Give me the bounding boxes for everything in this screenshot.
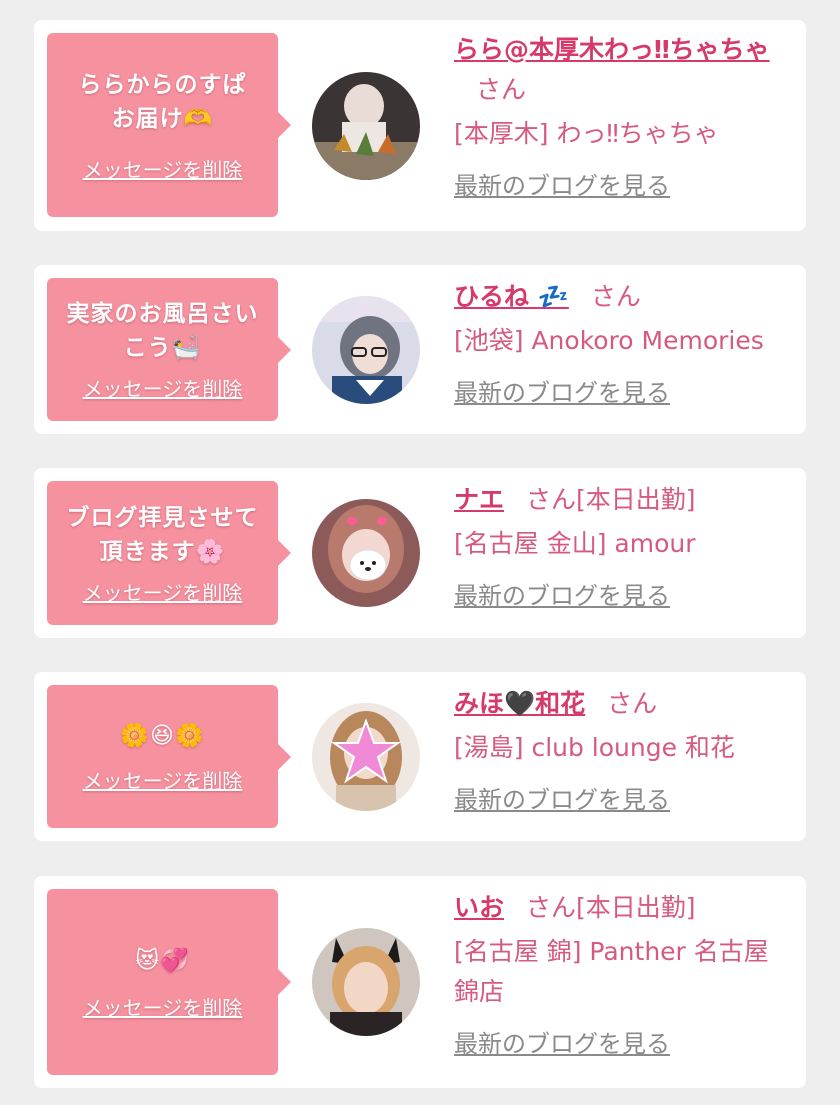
avatar[interactable] [312, 499, 420, 607]
delete-message-link[interactable]: メッセージを削除 [83, 765, 243, 794]
info: ひるね 💤 さん [池袋] Anokoro Memories 最新のブログを見る [454, 277, 782, 408]
name-line: ひるね 💤 さん [454, 277, 782, 317]
message-bubble: 😻💞 メッセージを削除 [47, 889, 291, 1075]
name-line: らら@本厚木わっ‼ちゃちゃさん [454, 30, 782, 110]
delete-message-link[interactable]: メッセージを削除 [83, 577, 243, 606]
latest-blog-link[interactable]: 最新のブログを見る [454, 166, 670, 201]
delete-message-link[interactable]: メッセージを削除 [83, 992, 243, 1021]
message-card: ブログ拝見させて頂きます🌸 メッセージを削除 ナエ さん[本日出勤] [名古屋 金… [34, 468, 806, 638]
cast-name-link[interactable]: いお [454, 893, 504, 922]
message-bubble: 🌼😆🌼 メッセージを削除 [47, 685, 291, 828]
message-text: ららからのすぱお届け🫶 [78, 71, 247, 132]
info: ナエ さん[本日出勤] [名古屋 金山] amour 最新のブログを見る [454, 480, 782, 611]
message-card: 😻💞 メッセージを削除 いお さん[本日出勤] [名古屋 錦] Panther 名… [34, 876, 806, 1088]
name-line: いお さん[本日出勤] [454, 888, 782, 928]
message-card: ららからのすぱお届け🫶 メッセージを削除 らら@本厚木わっ‼ちゃちゃさん [本厚… [34, 20, 806, 231]
name-line: みほ🖤和花 さん [454, 684, 782, 724]
honorific: さん [607, 689, 658, 718]
info: みほ🖤和花 さん [湯島] club lounge 和花 最新のブログを見る [454, 684, 782, 815]
message-card: 実家のお風呂さいこう🛀 メッセージを削除 ひるね 💤 さん [池袋] Anokor… [34, 265, 806, 434]
status-text: [本日出勤] [576, 485, 696, 514]
avatar[interactable] [312, 928, 420, 1036]
message-text: 実家のお風呂さいこう🛀 [66, 301, 259, 361]
message-text: 🌼😆🌼 [120, 723, 205, 749]
message-bubble: ららからのすぱお届け🫶 メッセージを削除 [47, 33, 291, 217]
status-text: [本日出勤] [576, 893, 696, 922]
shop-name: [湯島] club lounge 和花 [454, 733, 735, 762]
cast-name-link[interactable]: みほ🖤和花 [454, 689, 585, 718]
delete-message-link[interactable]: メッセージを削除 [83, 154, 243, 183]
info: いお さん[本日出勤] [名古屋 錦] Panther 名古屋錦店 最新のブログを… [454, 888, 782, 1059]
honorific: さん [526, 485, 577, 514]
delete-message-link[interactable]: メッセージを削除 [83, 373, 243, 402]
latest-blog-link[interactable]: 最新のブログを見る [454, 576, 670, 611]
latest-blog-link[interactable]: 最新のブログを見る [454, 373, 670, 408]
honorific: さん [526, 893, 577, 922]
info: らら@本厚木わっ‼ちゃちゃさん [本厚木] わっ‼ちゃちゃ 最新のブログを見る [454, 30, 782, 201]
name-line: ナエ さん[本日出勤] [454, 480, 782, 520]
cast-name-link[interactable]: ナエ [454, 485, 504, 514]
latest-blog-link[interactable]: 最新のブログを見る [454, 780, 670, 815]
latest-blog-link[interactable]: 最新のブログを見る [454, 1024, 670, 1059]
avatar[interactable] [312, 296, 420, 404]
shop-name: [名古屋 錦] Panther 名古屋錦店 [454, 937, 769, 1006]
message-text: ブログ拝見させて頂きます🌸 [66, 504, 259, 565]
cast-name-link[interactable]: ひるね 💤 [454, 282, 569, 311]
shop-name: [池袋] Anokoro Memories [454, 326, 764, 355]
message-card: 🌼😆🌼 メッセージを削除 みほ🖤和花 さん [湯島] club lounge 和花… [34, 672, 806, 841]
message-text: 😻💞 [135, 947, 190, 974]
message-bubble: 実家のお風呂さいこう🛀 メッセージを削除 [47, 278, 291, 421]
avatar[interactable] [312, 72, 420, 180]
honorific: さん [476, 75, 527, 104]
avatar[interactable] [312, 703, 420, 811]
message-list: ららからのすぱお届け🫶 メッセージを削除 らら@本厚木わっ‼ちゃちゃさん [本厚… [0, 0, 840, 1105]
cast-name-link[interactable]: らら@本厚木わっ‼ちゃちゃ [454, 35, 770, 64]
shop-name: [本厚木] わっ‼ちゃちゃ [454, 119, 719, 148]
message-bubble: ブログ拝見させて頂きます🌸 メッセージを削除 [47, 481, 291, 625]
honorific: さん [590, 282, 641, 311]
shop-name: [名古屋 金山] amour [454, 529, 696, 558]
